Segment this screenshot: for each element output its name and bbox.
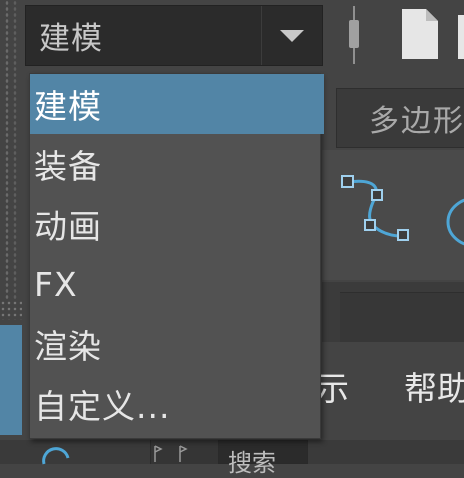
- menu-item-rigging[interactable]: 装备: [30, 134, 324, 194]
- shelf-grip-handle[interactable]: [5, 0, 9, 300]
- curve-tool-icon[interactable]: [338, 170, 418, 250]
- mode-dropdown-value: 建模: [39, 21, 103, 57]
- menu-item-fx[interactable]: FX: [30, 254, 324, 314]
- menu-item-rendering[interactable]: 渲染: [30, 314, 324, 374]
- toolbar-separator-handle[interactable]: [347, 6, 361, 64]
- shelf-tab-label: 多边形: [369, 104, 464, 139]
- menu-help[interactable]: 帮助: [404, 362, 464, 410]
- chevron-down-icon: [280, 29, 304, 42]
- menu-item-modeling[interactable]: 建模: [30, 74, 324, 134]
- shelf-tab-polygon[interactable]: 多边形: [336, 88, 464, 148]
- mode-dropdown-toggle[interactable]: [261, 6, 322, 65]
- open-file-icon[interactable]: [456, 7, 464, 61]
- mode-dropdown[interactable]: 建模: [25, 5, 323, 66]
- rotate-icon[interactable]: [38, 446, 74, 466]
- flag-icon[interactable]: [153, 444, 163, 462]
- active-panel-indicator: [0, 325, 22, 435]
- flag-icon[interactable]: [178, 444, 188, 462]
- panel-grip[interactable]: [0, 300, 22, 320]
- menu-item-customize[interactable]: 自定义...: [30, 374, 324, 434]
- search-label: 搜索: [228, 449, 276, 477]
- menu-item-animation[interactable]: 动画: [30, 194, 324, 254]
- shelf-grip-handle-secondary[interactable]: [13, 0, 17, 300]
- shelf-lower-field: [340, 292, 464, 342]
- file-icon[interactable]: [400, 7, 440, 61]
- mode-dropdown-menu: 建模 装备 动画 FX 渲染 自定义...: [29, 73, 324, 439]
- circle-icon[interactable]: [440, 185, 464, 255]
